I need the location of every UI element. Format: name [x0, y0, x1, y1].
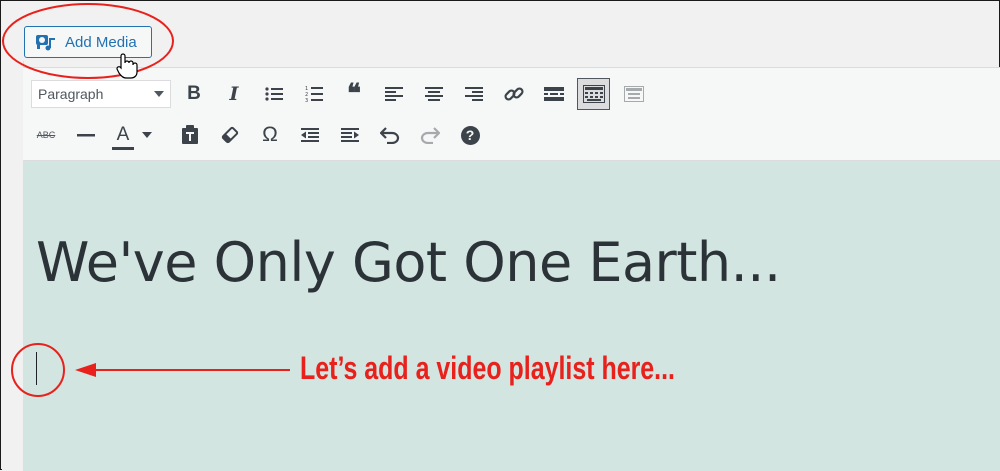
increase-indent-button[interactable]: [335, 120, 365, 150]
insert-link-button[interactable]: [499, 79, 529, 109]
horizontal-line-icon: [77, 134, 95, 137]
bulleted-list-icon: [265, 87, 283, 101]
decrease-indent-button[interactable]: [295, 120, 325, 150]
blockquote-icon: ❝: [347, 79, 361, 109]
text-color-icon: A: [111, 124, 135, 150]
align-center-button[interactable]: [419, 79, 449, 109]
indent-icon: [341, 128, 359, 142]
align-right-icon: [465, 87, 483, 101]
clear-formatting-button[interactable]: [215, 120, 245, 150]
bulleted-list-button[interactable]: [259, 79, 289, 109]
eraser-icon: [221, 126, 239, 144]
format-select-value: Paragraph: [38, 86, 104, 102]
fullscreen-icon: [624, 86, 644, 102]
strikethrough-icon: ABC: [36, 130, 56, 140]
left-gutter: [2, 61, 24, 470]
classic-editor: Paragraph B I 123 ❝ ABC A Ω ? We've Only…: [23, 67, 1000, 471]
svg-text:3: 3: [305, 98, 308, 103]
text-color-swatch: [112, 147, 134, 150]
format-select[interactable]: Paragraph: [31, 80, 171, 108]
redo-button[interactable]: [415, 120, 445, 150]
distraction-free-button[interactable]: [619, 79, 649, 109]
text-color-glyph: A: [116, 124, 130, 145]
help-glyph: ?: [465, 127, 475, 143]
toolbar-toggle-button[interactable]: [577, 78, 610, 110]
add-media-button[interactable]: Add Media: [24, 26, 152, 58]
omega-icon: Ω: [262, 123, 278, 146]
numbered-list-icon: 123: [305, 86, 323, 103]
editor-toolbar: Paragraph B I 123 ❝ ABC A Ω ?: [23, 68, 1000, 161]
align-left-icon: [385, 87, 403, 101]
numbered-list-button[interactable]: 123: [299, 79, 329, 109]
paste-as-text-button[interactable]: [175, 120, 205, 150]
keyboard-shortcuts-button[interactable]: ?: [455, 120, 485, 150]
text-cursor: [36, 352, 37, 385]
media-icon: [35, 33, 57, 51]
editor-content-area[interactable]: We've Only Got One Earth...: [23, 161, 1000, 471]
post-heading[interactable]: We've Only Got One Earth...: [36, 231, 781, 294]
horizontal-line-button[interactable]: [71, 120, 101, 150]
italic-button[interactable]: I: [219, 79, 249, 109]
help-icon: ?: [460, 125, 480, 145]
bold-button[interactable]: B: [179, 79, 209, 109]
text-color-dropdown-icon[interactable]: [142, 132, 152, 138]
link-icon: [504, 87, 524, 101]
editor-screenshot-frame: Add Media Paragraph B I 123 ❝ ABC A Ω ? …: [0, 0, 1000, 471]
strikethrough-button[interactable]: ABC: [31, 120, 61, 150]
bold-icon: B: [187, 83, 201, 104]
undo-icon: [380, 127, 400, 144]
text-color-button[interactable]: A: [111, 120, 155, 150]
keyboard-icon: [582, 85, 605, 103]
read-more-icon: [544, 87, 564, 101]
annotation-label: Let’s add a video playlist here...: [300, 350, 675, 386]
read-more-button[interactable]: [539, 79, 569, 109]
blockquote-button[interactable]: ❝: [339, 79, 369, 109]
italic-icon: I: [229, 83, 239, 105]
chevron-down-icon: [154, 91, 164, 97]
add-media-label: Add Media: [65, 33, 137, 51]
align-left-button[interactable]: [379, 79, 409, 109]
align-right-button[interactable]: [459, 79, 489, 109]
align-center-icon: [425, 87, 443, 101]
redo-icon: [420, 127, 440, 144]
special-character-button[interactable]: Ω: [255, 120, 285, 150]
clipboard-icon: [182, 125, 198, 144]
outdent-icon: [301, 128, 319, 142]
undo-button[interactable]: [375, 120, 405, 150]
